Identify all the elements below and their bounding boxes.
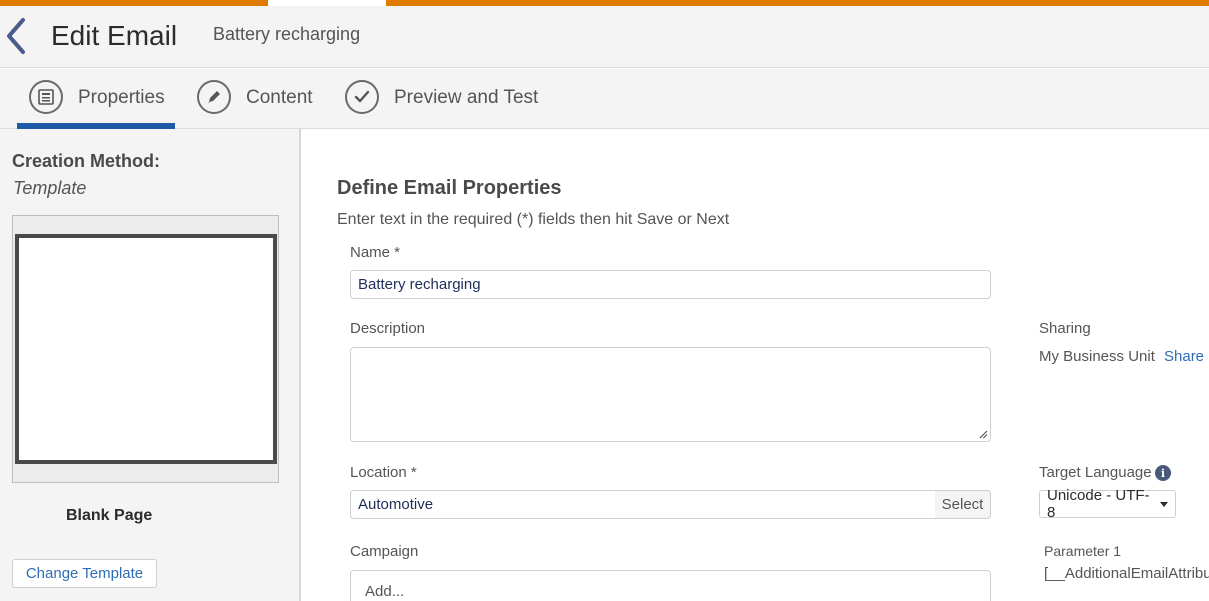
parameter-1-value: [__AdditionalEmailAttribu xyxy=(1044,565,1209,582)
tab-preview-and-test[interactable]: Preview and Test xyxy=(333,69,553,128)
form-instructions: Enter text in the required (*) fields th… xyxy=(337,211,730,228)
description-textarea[interactable] xyxy=(350,347,991,442)
page-header: Edit Email Battery recharging xyxy=(0,6,1209,68)
sharing-value: My Business Unit xyxy=(1039,348,1155,365)
template-preview xyxy=(12,215,279,483)
creation-method-value: Template xyxy=(13,178,87,198)
properties-icon xyxy=(29,80,63,114)
page-title: Edit Email xyxy=(51,20,178,51)
campaign-input[interactable]: Add... xyxy=(350,570,991,601)
tab-content[interactable]: Content xyxy=(185,69,325,128)
section-title: Define Email Properties xyxy=(337,177,562,199)
pencil-icon xyxy=(197,80,231,114)
name-label: Name * xyxy=(350,244,401,261)
wizard-tabs: Properties Content Preview and Test xyxy=(0,69,1209,129)
tab-content-label: Content xyxy=(246,87,313,108)
name-input[interactable]: Battery recharging xyxy=(350,270,991,299)
campaign-placeholder: Add... xyxy=(365,583,405,600)
template-thumbnail xyxy=(15,234,277,464)
resize-grip-icon[interactable] xyxy=(978,429,988,439)
checkmark-icon xyxy=(345,80,379,114)
parameter-1-label: Parameter 1 xyxy=(1044,543,1122,559)
tab-properties-label: Properties xyxy=(78,87,165,108)
location-label: Location * xyxy=(350,464,417,481)
info-icon[interactable]: i xyxy=(1155,465,1171,481)
target-language-label: Target Language xyxy=(1039,464,1152,481)
properties-form: Define Email Properties Enter text in th… xyxy=(303,129,1209,601)
creation-method-label: Creation Method: xyxy=(12,151,160,171)
tab-properties[interactable]: Properties xyxy=(17,69,175,129)
description-label: Description xyxy=(350,320,426,337)
tab-preview-and-test-label: Preview and Test xyxy=(394,87,539,108)
change-template-button[interactable]: Change Template xyxy=(12,559,157,588)
location-input[interactable]: Automotive xyxy=(350,490,936,519)
chevron-left-icon xyxy=(7,18,25,54)
back-button[interactable] xyxy=(2,16,32,56)
target-language-dropdown[interactable]: Unicode - UTF-8 xyxy=(1039,487,1176,521)
template-name: Blank Page xyxy=(66,507,153,524)
caret-down-icon xyxy=(1160,501,1168,507)
sharing-label: Sharing xyxy=(1039,320,1091,337)
page-subtitle: Battery recharging xyxy=(213,24,361,44)
template-sidebar: Creation Method: Template Blank Page Cha… xyxy=(0,129,301,601)
target-language-value: Unicode - UTF-8 xyxy=(1047,487,1150,521)
location-select-button[interactable]: Select xyxy=(935,490,991,519)
campaign-label: Campaign xyxy=(350,543,419,560)
share-link[interactable]: Share xyxy=(1164,348,1204,365)
